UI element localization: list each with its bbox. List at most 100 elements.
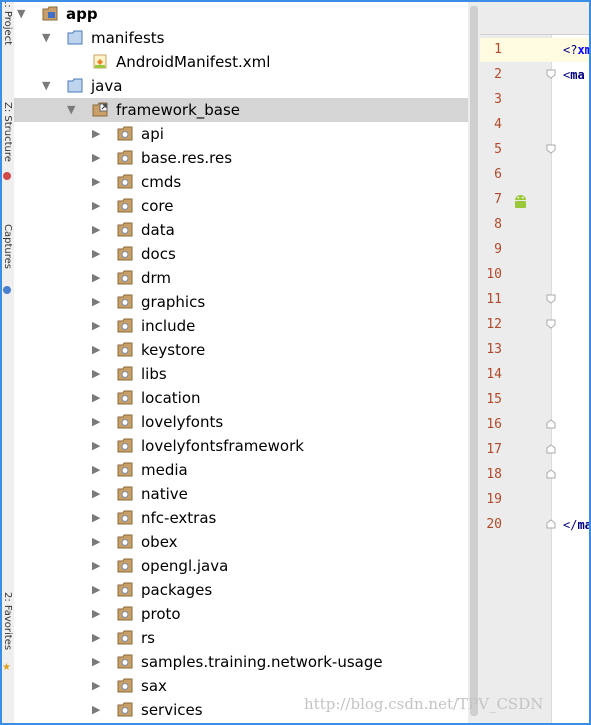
code-line-20[interactable]: </ma	[563, 513, 591, 537]
package-folder-icon	[117, 678, 133, 693]
line-number: 11	[486, 292, 502, 307]
expand-arrow-right-icon[interactable]: ▶	[92, 176, 100, 188]
tree-item[interactable]: ▶ opengl.java	[14, 554, 468, 578]
fold-open-icon[interactable]	[546, 69, 556, 79]
expand-arrow-right-icon[interactable]: ▶	[92, 152, 100, 164]
tree-item[interactable]: ▶ libs	[14, 362, 468, 386]
expand-arrow-right-icon[interactable]: ▶	[92, 464, 100, 476]
expand-arrow-right-icon[interactable]: ▶	[92, 704, 100, 716]
expand-arrow-right-icon[interactable]: ▶	[92, 416, 100, 428]
expand-arrow-right-icon[interactable]: ▶	[92, 656, 100, 668]
expand-arrow-down-icon[interactable]: ▼	[42, 80, 50, 92]
favorites-tool-tab[interactable]: 2: Favorites	[2, 592, 13, 650]
code-line-2[interactable]: <ma	[563, 63, 585, 87]
fold-close-icon[interactable]	[546, 419, 556, 429]
tree-item[interactable]: AndroidManifest.xml	[14, 50, 468, 74]
tree-item[interactable]: ▶ location	[14, 386, 468, 410]
line-number: 16	[486, 417, 502, 432]
expand-arrow-down-icon[interactable]: ▼	[17, 8, 25, 20]
line-number: 5	[494, 142, 502, 157]
code-line-1[interactable]: <?xm	[563, 38, 589, 62]
expand-arrow-right-icon[interactable]: ▶	[92, 392, 100, 404]
tree-item[interactable]: ▼ app	[14, 2, 468, 26]
tree-item[interactable]: ▶ samples.training.network-usage	[14, 650, 468, 674]
source-folder-icon	[92, 102, 108, 117]
fold-close-icon[interactable]	[546, 519, 556, 529]
package-folder-icon	[117, 198, 133, 213]
tree-item[interactable]: ▶ api	[14, 122, 468, 146]
tag-close-name: ma	[577, 518, 591, 532]
editor-tab-bar[interactable]	[480, 2, 589, 35]
line-number: 18	[486, 467, 502, 482]
tree-scrollbar[interactable]	[468, 2, 480, 723]
tree-item[interactable]: ▶ include	[14, 314, 468, 338]
tree-item[interactable]: ▶ nfc-extras	[14, 506, 468, 530]
tree-item[interactable]: ▶ core	[14, 194, 468, 218]
tree-item[interactable]: ▶ proto	[14, 602, 468, 626]
tree-item[interactable]: ▶ native	[14, 482, 468, 506]
tree-item-label: media	[141, 461, 188, 479]
tree-item[interactable]: ▶ cmds	[14, 170, 468, 194]
tree-item[interactable]: ▶ docs	[14, 242, 468, 266]
expand-arrow-right-icon[interactable]: ▶	[92, 680, 100, 692]
expand-arrow-right-icon[interactable]: ▶	[92, 536, 100, 548]
editor-code-area[interactable]	[552, 35, 589, 723]
project-tool-tab[interactable]: 1: Project	[2, 2, 13, 45]
line-number: 13	[486, 342, 502, 357]
tree-item[interactable]: ▶ graphics	[14, 290, 468, 314]
expand-arrow-right-icon[interactable]: ▶	[92, 440, 100, 452]
fold-close-icon[interactable]	[546, 444, 556, 454]
expand-arrow-right-icon[interactable]: ▶	[92, 368, 100, 380]
expand-arrow-right-icon[interactable]: ▶	[92, 560, 100, 572]
tree-scrollbar-thumb[interactable]	[470, 6, 478, 716]
captures-tool-tab[interactable]: Captures	[2, 224, 13, 269]
expand-arrow-right-icon[interactable]: ▶	[92, 488, 100, 500]
tree-item[interactable]: ▶ drm	[14, 266, 468, 290]
package-folder-icon	[117, 342, 133, 357]
tree-item[interactable]: ▼ framework_base	[14, 98, 468, 122]
expand-arrow-down-icon[interactable]: ▼	[42, 32, 50, 44]
structure-tool-tab[interactable]: Z: Structure	[2, 102, 13, 162]
tree-item[interactable]: ▶ keystore	[14, 338, 468, 362]
tree-item[interactable]: ▶ packages	[14, 578, 468, 602]
expand-arrow-right-icon[interactable]: ▶	[92, 128, 100, 140]
tree-item[interactable]: ▼ java	[14, 74, 468, 98]
line-number: 7	[494, 192, 502, 207]
android-icon[interactable]	[512, 192, 529, 209]
package-folder-icon	[117, 534, 133, 549]
expand-arrow-right-icon[interactable]: ▶	[92, 296, 100, 308]
watermark: http://blog.csdn.net/TPV_CSDN	[304, 695, 544, 713]
expand-arrow-right-icon[interactable]: ▶	[92, 248, 100, 260]
package-folder-icon	[117, 390, 133, 405]
expand-arrow-right-icon[interactable]: ▶	[92, 320, 100, 332]
tree-item[interactable]: ▶ media	[14, 458, 468, 482]
fold-close-icon[interactable]	[546, 469, 556, 479]
expand-arrow-right-icon[interactable]: ▶	[92, 224, 100, 236]
expand-arrow-right-icon[interactable]: ▶	[92, 200, 100, 212]
expand-arrow-right-icon[interactable]: ▶	[92, 512, 100, 524]
line-number: 8	[494, 217, 502, 232]
tree-item[interactable]: ▶ obex	[14, 530, 468, 554]
expand-arrow-right-icon[interactable]: ▶	[92, 272, 100, 284]
line-number: 1	[494, 42, 502, 57]
tree-item-label: nfc-extras	[141, 509, 217, 527]
expand-arrow-down-icon[interactable]: ▼	[67, 104, 75, 116]
fold-open-icon[interactable]	[546, 319, 556, 329]
tree-item[interactable]: ▶ lovelyfontsframework	[14, 434, 468, 458]
fold-open-icon[interactable]	[546, 294, 556, 304]
tree-item[interactable]: ▼ manifests	[14, 26, 468, 50]
expand-arrow-right-icon[interactable]: ▶	[92, 344, 100, 356]
tree-item[interactable]: ▶ data	[14, 218, 468, 242]
project-tree[interactable]: ▼ app ▼ manifests AndroidManifest.xml ▼ java ▼ f…	[14, 2, 468, 723]
fold-open-icon[interactable]	[546, 144, 556, 154]
expand-arrow-right-icon[interactable]: ▶	[92, 584, 100, 596]
expand-arrow-right-icon[interactable]: ▶	[92, 608, 100, 620]
tree-item[interactable]: ▶ lovelyfonts	[14, 410, 468, 434]
tree-item-label: base.res.res	[141, 149, 233, 167]
line-number: 12	[486, 317, 502, 332]
package-folder-icon	[117, 702, 133, 717]
line-number: 20	[486, 517, 502, 532]
tree-item[interactable]: ▶ base.res.res	[14, 146, 468, 170]
tree-item[interactable]: ▶ rs	[14, 626, 468, 650]
expand-arrow-right-icon[interactable]: ▶	[92, 632, 100, 644]
